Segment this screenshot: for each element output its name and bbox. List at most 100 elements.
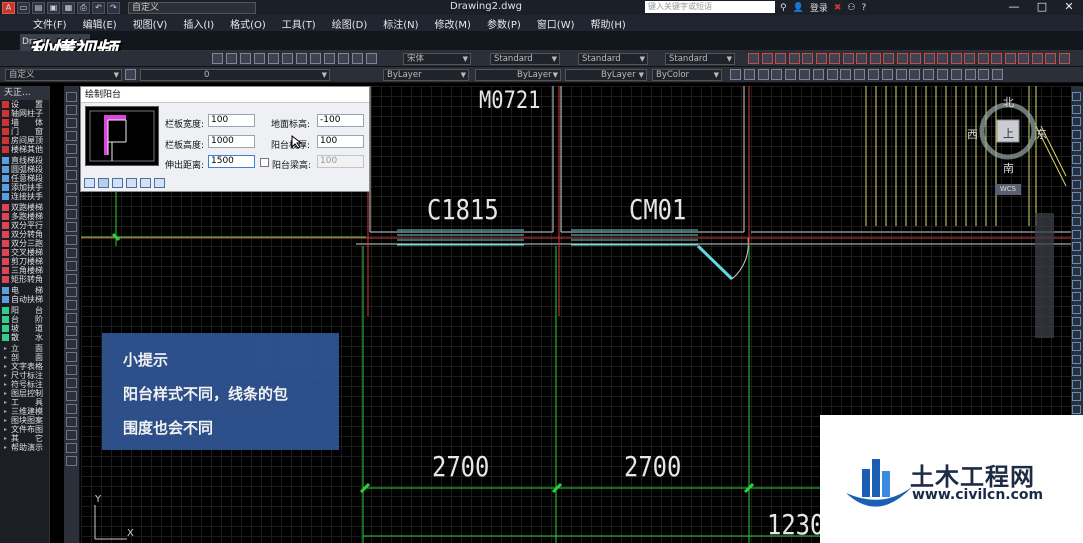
modify-tool-icon[interactable] [1072,104,1081,114]
app-menu-icon[interactable]: A [2,1,15,14]
panel-item[interactable]: 直线梯段 [0,156,49,165]
dimension-tool-icon[interactable] [1058,53,1070,64]
modify-tool-icon[interactable] [1072,354,1081,364]
beam-height-input[interactable]: 100 [317,155,364,168]
panel-item[interactable]: ▸ 文字表格 [0,362,49,371]
modify-tool-icon[interactable] [840,69,852,80]
binoculars-icon[interactable]: ⚲ [780,3,787,13]
panel-item[interactable]: 房间屋顶 [0,136,49,145]
balcony-style-2-icon[interactable] [98,178,109,188]
modify-tool-icon[interactable] [1072,317,1081,326]
array-icon[interactable] [66,404,77,414]
search-input[interactable]: 键入关键字或短语 [645,1,775,13]
region-icon[interactable] [66,300,77,310]
dimension-tool-icon[interactable] [748,53,759,64]
user-icon[interactable]: 👤 [793,3,804,13]
linetype-select[interactable]: ByLayer ▼ [475,69,561,81]
dimension-tool-icon[interactable] [1031,53,1043,64]
dimension-tool-icon[interactable] [856,53,867,64]
panel-item[interactable]: ▸ 尺寸标注 [0,371,49,380]
panel-item[interactable]: ▸ 文件布图 [0,425,49,434]
viewcube[interactable]: 北 南 西 东 上 WCS [967,94,1047,200]
properties-icon[interactable] [268,53,279,64]
dimension-tool-icon[interactable] [761,53,773,64]
panel-header[interactable]: 天正... [0,86,49,100]
color-select[interactable]: ByLayer ▼ [383,69,469,81]
modify-tool-icon[interactable] [1072,217,1081,226]
modify-tool-icon[interactable] [868,69,879,80]
layer-manager-icon[interactable] [125,69,136,80]
scale-icon[interactable] [66,443,77,453]
modify-tool-icon[interactable] [1072,154,1081,164]
dimension-tool-icon[interactable] [802,53,813,64]
panel-item[interactable]: ▸ 工 具 [0,398,49,407]
dimension-tool-icon[interactable] [1004,53,1016,64]
rail-height-input[interactable]: 1000 [208,135,255,148]
open-file-icon[interactable]: ▤ [32,1,45,14]
ground-level-input[interactable]: -100 [317,114,364,127]
minimize-button[interactable]: — [1000,0,1028,15]
menu-item[interactable]: 文件(F) [33,16,67,31]
menu-item[interactable]: 编辑(E) [83,16,117,31]
dimension-tool-icon[interactable] [842,53,854,64]
redo-icon[interactable]: ↷ [107,1,120,14]
menu-item[interactable]: 标注(N) [383,16,418,31]
panel-item[interactable]: ▸ 图块图案 [0,416,49,425]
wcs-menu[interactable]: WCS [995,184,1021,195]
erase-icon[interactable] [66,352,77,362]
panel-item[interactable]: 交叉楼梯 [0,248,49,257]
zoom-previous-icon[interactable] [254,53,265,64]
panel-item[interactable]: 墙 体 [0,118,49,127]
tool-palette-icon[interactable] [296,53,307,64]
text-style-select[interactable]: 宋体 ▼ [403,53,471,65]
table-icon[interactable] [66,313,77,323]
beam-height-checkbox[interactable] [260,158,269,167]
design-center-icon[interactable] [282,53,293,64]
hatch-icon[interactable] [66,274,77,284]
gradient-icon[interactable] [66,287,77,297]
menu-item[interactable]: 绘图(D) [332,16,368,31]
layer-select[interactable]: 0 ▼ [140,69,330,81]
dimension-tool-icon[interactable] [937,53,948,64]
modify-tool-icon[interactable] [1072,129,1081,139]
mirror-icon[interactable] [66,378,77,388]
dimension-tool-icon[interactable] [910,53,921,64]
panel-item[interactable]: 自动扶梯 [0,295,49,304]
panel-item[interactable]: 圆弧梯段 [0,165,49,174]
panel-item[interactable]: 轴网柱子 [0,109,49,118]
save-as-icon[interactable]: ▦ [62,1,75,14]
dimension-tool-icon[interactable] [896,53,908,64]
modify-tool-icon[interactable] [1072,279,1081,289]
copy-icon[interactable] [66,365,77,375]
lineweight-select[interactable]: ByLayer ▼ [565,69,647,81]
dimension-tool-icon[interactable] [977,53,989,64]
table-style-select[interactable]: Standard ▼ [578,53,648,65]
menu-item[interactable]: 帮助(H) [591,16,626,31]
menu-item[interactable]: 参数(P) [487,16,521,31]
stretch-icon[interactable] [66,456,77,466]
panel-item[interactable]: 添加扶手 [0,183,49,192]
line-icon[interactable] [66,92,77,102]
modify-tool-icon[interactable] [1072,229,1081,239]
modify-tool-icon[interactable] [1072,254,1081,264]
modify-tool-icon[interactable] [1072,267,1081,276]
viewcube-north[interactable]: 北 [1003,94,1014,110]
modify-tool-icon[interactable] [1072,367,1081,376]
dimension-tool-icon[interactable] [991,53,1002,64]
zoom-realtime-icon[interactable] [226,53,237,64]
dimension-tool-icon[interactable] [815,53,827,64]
revcloud-icon[interactable] [66,183,77,193]
dimension-tool-icon[interactable] [829,53,840,64]
modify-tool-icon[interactable] [1072,329,1081,339]
print-icon[interactable]: ⎙ [77,1,90,14]
panel-item[interactable]: 任意梯段 [0,174,49,183]
undo-icon[interactable]: ↶ [92,1,105,14]
modify-tool-icon[interactable] [757,69,769,80]
modify-tool-icon[interactable] [812,69,824,80]
panel-item[interactable]: ▸ 剖 面 [0,353,49,362]
new-file-icon[interactable]: ▭ [17,1,30,14]
panel-item[interactable]: ▸ 帮助演示 [0,443,49,452]
modify-tool-icon[interactable] [1072,304,1081,314]
panel-item[interactable]: 连接扶手 [0,192,49,201]
polyline-icon[interactable] [66,118,77,128]
